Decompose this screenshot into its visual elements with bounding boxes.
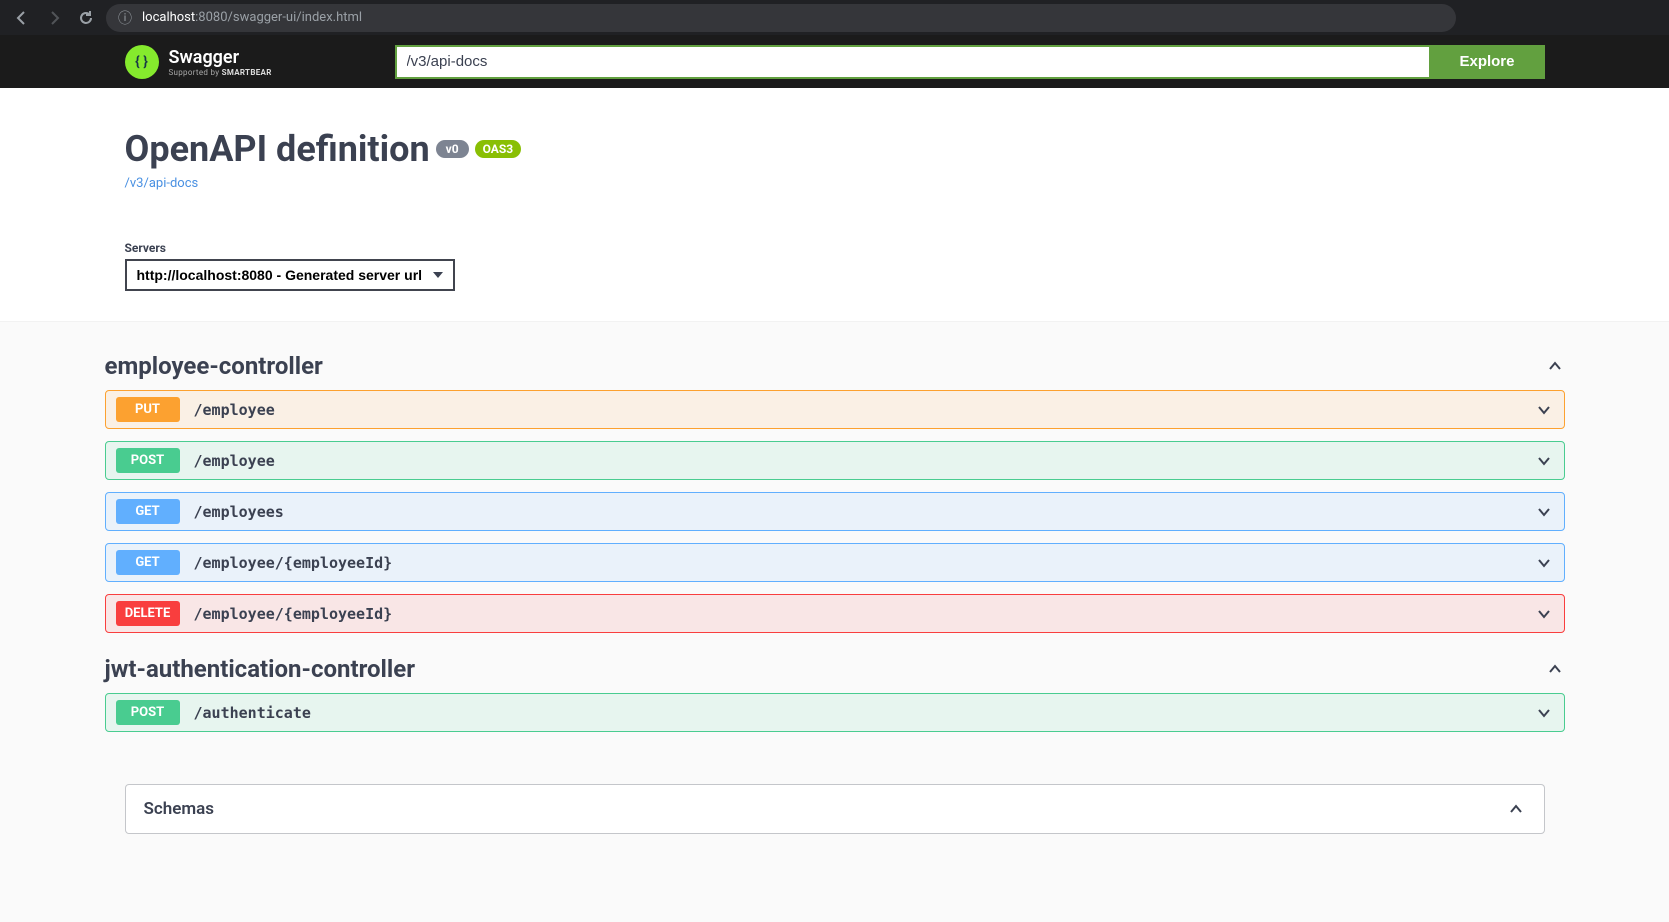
forward-icon[interactable] — [42, 6, 66, 30]
servers-label: Servers — [125, 241, 1545, 255]
http-method-badge: POST — [116, 700, 180, 725]
operation-path: /employee/{employeeId} — [194, 554, 1534, 572]
operation-path: /employee — [194, 401, 1534, 419]
servers-section: Servers http://localhost:8080 - Generate… — [0, 211, 1669, 322]
url-text: localhost:8080/swagger-ui/index.html — [142, 10, 362, 25]
server-select[interactable]: http://localhost:8080 - Generated server… — [125, 259, 455, 291]
version-badge: v0 — [436, 140, 469, 158]
swagger-logo[interactable]: { } Swagger Supported by SMARTBEAR — [125, 45, 375, 79]
operation-path: /employees — [194, 503, 1534, 521]
operation-path: /employee — [194, 452, 1534, 470]
operation-row[interactable]: POST/employee — [105, 441, 1565, 480]
explore-input[interactable] — [395, 45, 1430, 79]
api-docs-link[interactable]: /v3/api-docs — [125, 176, 199, 191]
http-method-badge: GET — [116, 499, 180, 524]
oas-badge: OAS3 — [475, 140, 522, 158]
reload-icon[interactable] — [74, 6, 98, 30]
explore-button[interactable]: Explore — [1429, 45, 1544, 79]
browser-toolbar: ⓘ localhost:8080/swagger-ui/index.html — [0, 0, 1669, 35]
tag-header[interactable]: jwt-authentication-controller — [105, 645, 1565, 693]
chevron-down-icon — [1534, 553, 1554, 573]
operation-row[interactable]: PUT/employee — [105, 390, 1565, 429]
tag-title: jwt-authentication-controller — [105, 655, 416, 683]
chevron-down-icon — [1534, 502, 1554, 522]
explore-form: Explore — [395, 45, 1545, 79]
brand-text: Swagger — [169, 47, 272, 68]
schemas-section[interactable]: Schemas — [125, 784, 1545, 834]
chevron-down-icon — [1534, 400, 1554, 420]
chevron-up-icon — [1506, 799, 1526, 819]
info-section: OpenAPI definition v0 OAS3 /v3/api-docs — [0, 88, 1669, 211]
operation-row[interactable]: POST/authenticate — [105, 693, 1565, 732]
operations-container: employee-controllerPUT/employeePOST/empl… — [105, 322, 1565, 764]
http-method-badge: PUT — [116, 397, 180, 422]
operation-path: /employee/{employeeId} — [194, 605, 1534, 623]
chevron-up-icon — [1545, 659, 1565, 679]
operation-path: /authenticate — [194, 704, 1534, 722]
operation-row[interactable]: GET/employees — [105, 492, 1565, 531]
brand-subtext: Supported by SMARTBEAR — [169, 68, 272, 77]
http-method-badge: DELETE — [116, 601, 180, 626]
chevron-down-icon — [1534, 703, 1554, 723]
chevron-down-icon — [1534, 604, 1554, 624]
swagger-topbar: { } Swagger Supported by SMARTBEAR Explo… — [0, 35, 1669, 88]
swagger-logo-icon: { } — [125, 45, 159, 79]
tag-header[interactable]: employee-controller — [105, 342, 1565, 390]
chevron-up-icon — [1545, 356, 1565, 376]
back-icon[interactable] — [10, 6, 34, 30]
schemas-title: Schemas — [144, 799, 215, 819]
operation-row[interactable]: DELETE/employee/{employeeId} — [105, 594, 1565, 633]
page-title: OpenAPI definition — [125, 128, 430, 170]
schemas-wrapper: Schemas — [105, 784, 1565, 834]
http-method-badge: POST — [116, 448, 180, 473]
site-info-icon[interactable]: ⓘ — [118, 8, 132, 28]
http-method-badge: GET — [116, 550, 180, 575]
operation-row[interactable]: GET/employee/{employeeId} — [105, 543, 1565, 582]
tag-title: employee-controller — [105, 352, 323, 380]
chevron-down-icon — [1534, 451, 1554, 471]
url-bar[interactable]: ⓘ localhost:8080/swagger-ui/index.html — [106, 4, 1456, 32]
